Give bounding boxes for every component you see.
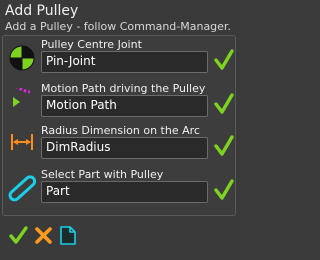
part-link-icon [8,175,36,202]
pulley-centre-joint-row: Pulley Centre Joint Pin-Joint [3,38,237,80]
pulley-inputs-group: Pulley Centre Joint Pin-Joint Motion Pat… [2,35,236,216]
motion-path-label: Motion Path driving the Pulley [41,82,206,95]
motion-path-row: Motion Path driving the Pulley Motion Pa… [3,82,237,124]
cancel-button[interactable] [34,226,53,245]
select-part-label: Select Part with Pulley [41,168,164,181]
radius-dimension-label: Radius Dimension on the Arc [41,124,200,137]
radius-dimension-field[interactable]: DimRadius [41,137,208,159]
pulley-centre-joint-field[interactable]: Pin-Joint [41,51,208,73]
check-icon [214,49,234,70]
check-icon [214,179,234,200]
pin-joint-icon [9,45,35,71]
new-document-button[interactable] [58,226,77,245]
motion-path-field[interactable]: Motion Path [41,95,208,117]
panel-title: Add Pulley [5,3,79,19]
select-part-row: Select Part with Pulley Part [3,168,237,210]
radius-dimension-icon [11,134,33,150]
ok-button[interactable] [9,226,28,245]
select-part-field[interactable]: Part [41,181,208,203]
add-pulley-panel: Add Pulley Add a Pulley - follow Command… [0,0,240,260]
motion-path-icon [13,88,31,107]
pulley-centre-joint-label: Pulley Centre Joint [41,38,142,51]
check-icon [214,93,234,114]
check-icon [214,135,234,156]
panel-subtitle: Add a Pulley - follow Command-Manager. [5,20,231,33]
radius-dimension-row: Radius Dimension on the Arc DimRadius [3,124,237,166]
